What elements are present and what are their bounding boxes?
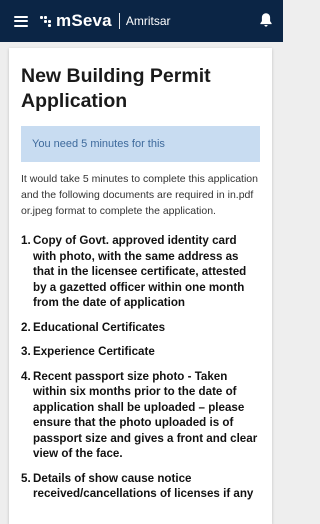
time-required-banner: You need 5 minutes for this xyxy=(21,126,260,162)
document-number: 1. xyxy=(21,234,31,247)
document-text: Educational Certificates xyxy=(33,320,166,334)
document-number: 2. xyxy=(21,320,31,334)
document-item: 2. Educational Certificates xyxy=(21,320,260,336)
document-number: 4. xyxy=(21,369,31,383)
document-text: Recent passport size photo - Taken withi… xyxy=(33,369,258,461)
page-title: New Building Permit Application xyxy=(21,65,211,112)
document-text: Copy of Govt. approved identity card wit… xyxy=(33,234,247,309)
application-info-card: New Building Permit Application You need… xyxy=(9,48,272,524)
document-item: 3. Experience Certificate xyxy=(21,344,260,360)
document-number: 3. xyxy=(21,345,31,358)
header-divider xyxy=(118,13,120,29)
required-documents-list: 1. Copy of Govt. approved identity card … xyxy=(21,233,260,502)
top-app-bar: mSeva Amritsar xyxy=(0,0,283,42)
document-text: Experience Certificate xyxy=(33,345,155,358)
logo-text: mSeva xyxy=(56,11,112,30)
document-item: 1. Copy of Govt. approved identity card … xyxy=(21,233,260,311)
time-required-text: You need 5 minutes for this xyxy=(32,138,165,150)
application-description: It would take 5 minutes to complete this… xyxy=(21,173,258,217)
notification-bell-icon[interactable] xyxy=(259,12,273,28)
document-item: 5. Details of show cause notice received… xyxy=(21,471,260,502)
document-item: 4. Recent passport size photo - Taken wi… xyxy=(21,369,260,462)
mseva-logo-mark xyxy=(40,14,54,28)
mseva-logo[interactable]: mSeva xyxy=(40,11,112,31)
document-number: 5. xyxy=(21,471,31,485)
hamburger-menu-icon[interactable] xyxy=(14,15,28,27)
document-text: Details of show cause notice received/ca… xyxy=(33,471,254,501)
city-label: Amritsar xyxy=(125,14,171,28)
